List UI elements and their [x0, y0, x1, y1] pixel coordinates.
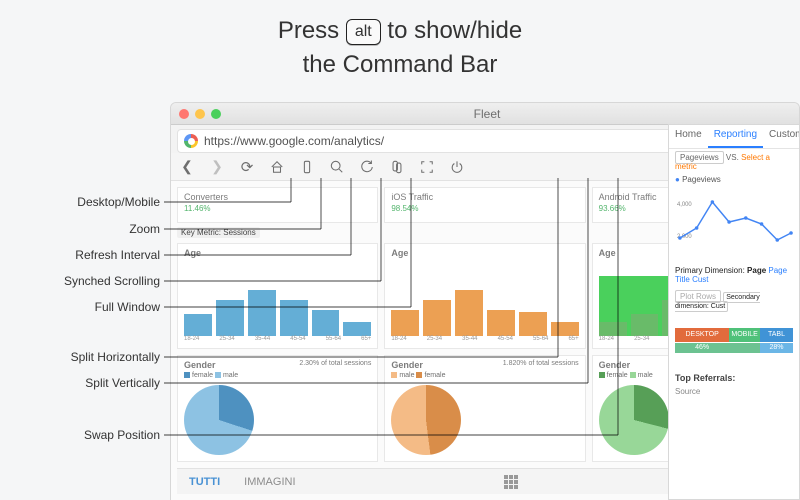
callout-synched-scrolling: Synched Scrolling	[0, 274, 160, 288]
metric-title: Android Traffic	[599, 192, 657, 202]
synched-scrolling-icon[interactable]	[389, 159, 405, 175]
seg-mobile: MOBILE	[729, 328, 760, 342]
bar-chart	[391, 276, 578, 336]
apps-icon[interactable]	[504, 475, 518, 489]
refresh-interval-icon[interactable]	[359, 159, 375, 175]
window-title: Fleet	[183, 107, 791, 121]
pct-label: 1.820% of total sessions	[503, 360, 579, 367]
vs-label: VS.	[726, 153, 739, 162]
home-icon[interactable]	[269, 159, 285, 175]
metric-value: 98.54%	[391, 204, 418, 213]
instruction-middle: to show/hide	[387, 17, 522, 44]
callout-desktop-mobile: Desktop/Mobile	[0, 195, 160, 209]
callout-zoom: Zoom	[0, 222, 160, 236]
age-panel-orange: Age 18-2425-3435-4445-5455-6465+	[384, 243, 585, 349]
tab-home[interactable]: Home	[669, 125, 708, 148]
pct-label: 2.30% of total sessions	[299, 360, 371, 367]
pie-chart	[391, 385, 461, 455]
metric-title: iOS Traffic	[391, 192, 433, 202]
panel-title: Age	[184, 248, 371, 258]
gender-panel-orange: Gender 1.820% of total sessions male fem…	[384, 355, 585, 462]
site-icon	[184, 134, 198, 148]
dim-page[interactable]: Page	[747, 266, 766, 275]
back-icon[interactable]: ❮	[179, 159, 195, 175]
svg-text:4,000: 4,000	[677, 202, 692, 208]
analytics-sidepanel: Home Reporting Customization Pageviews V…	[668, 124, 800, 500]
full-window-icon[interactable]	[419, 159, 435, 175]
callout-full-window: Full Window	[0, 300, 160, 314]
callout-split-vertically: Split Vertically	[0, 376, 160, 390]
key-metric-value: Sessions	[223, 228, 255, 237]
instruction-end: the Command Bar	[303, 51, 498, 78]
tab-reporting[interactable]: Reporting	[708, 125, 763, 148]
key-metric-label: Key Metric:	[181, 228, 221, 237]
metric-title: Converters	[184, 192, 228, 202]
metric-ios: 98.54% iOS Traffic	[384, 187, 585, 223]
desktop-mobile-icon[interactable]	[299, 159, 315, 175]
seg-pct: 46%	[675, 343, 729, 353]
callout-split-horizontally: Split Horizontally	[0, 350, 160, 364]
callout-refresh-interval: Refresh Interval	[0, 248, 160, 262]
alt-key: alt	[346, 19, 381, 45]
seg-pct: 28%	[760, 343, 793, 353]
bar-chart	[184, 276, 371, 336]
power-icon[interactable]	[449, 159, 465, 175]
top-referrals-title: Top Referrals:	[675, 373, 735, 383]
metric-converters: 11.46% Converters	[177, 187, 378, 223]
seg-tablet: TABL	[760, 328, 793, 342]
pie-chart	[599, 385, 669, 455]
age-panel-blue: Age 18-2425-3435-4445-5455-6465+	[177, 243, 378, 349]
metric-value: 93.66%	[599, 204, 626, 213]
instruction-text: Press alt to show/hide the Command Bar	[0, 14, 800, 81]
pie-chart	[184, 385, 254, 455]
tab-customization[interactable]: Customization	[763, 125, 800, 148]
metric-value: 11.46%	[184, 204, 211, 213]
reload-icon[interactable]: ⟳	[239, 159, 255, 175]
seg-desktop: DESKTOP	[675, 328, 729, 342]
tab-tutti[interactable]: TUTTI	[189, 476, 220, 488]
titlebar: Fleet	[171, 103, 799, 125]
forward-icon[interactable]: ❯	[209, 159, 225, 175]
sidepanel-tabs: Home Reporting Customization	[669, 125, 799, 149]
tab-immagini[interactable]: IMMAGINI	[244, 476, 295, 488]
source-col: Source	[675, 387, 793, 396]
gender-panel-blue: Gender 2.30% of total sessions female ma…	[177, 355, 378, 462]
series-label: Pageviews	[682, 175, 721, 184]
instruction-prefix: Press	[278, 17, 339, 44]
callout-swap-position: Swap Position	[0, 428, 160, 442]
dim-custom[interactable]: Cust	[692, 275, 708, 284]
panel-title: Age	[391, 248, 578, 258]
zoom-icon[interactable]	[329, 159, 345, 175]
primary-dimension-label: Primary Dimension:	[675, 266, 745, 275]
pageviews-chart: 4,000 2,000	[675, 188, 793, 258]
